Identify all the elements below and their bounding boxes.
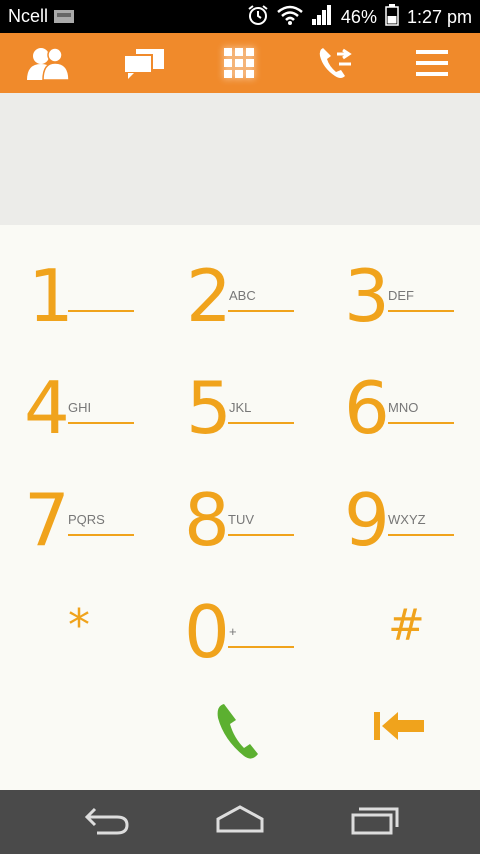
key-digit: 8 [184,478,230,562]
key-digit: 6 [344,366,390,450]
key-digit: 7 [24,478,70,562]
key-4[interactable]: 4 GHI [24,364,174,464]
contacts-tab[interactable] [8,33,88,93]
key-letters: MNO [388,400,419,415]
key-2[interactable]: 2 ABC [186,252,336,352]
nav-home-button[interactable] [190,790,290,854]
key-letters: DEF [388,288,414,303]
phone-icon [214,704,262,766]
nav-bar [0,790,480,854]
recents-icon [349,805,401,840]
key-1[interactable]: 1 [28,252,178,352]
signal-icon [311,4,333,30]
key-digit: 9 [344,478,390,562]
key-letters: JKL [229,400,252,415]
dialpad-tab[interactable] [199,33,279,93]
key-underline [388,422,454,424]
carrier-group: Ncell [8,6,75,27]
chat-icon [122,47,166,79]
key-underline [228,646,294,648]
nav-recents-button[interactable] [325,790,425,854]
back-icon [83,805,131,840]
key-digit: 0 [184,590,230,674]
key-letters: + [229,624,237,639]
key-underline [68,310,134,312]
carrier-name: Ncell [8,6,49,26]
key-letters: WXYZ [388,512,426,527]
backspace-button[interactable] [370,706,430,756]
key-0[interactable]: 0 + [184,588,334,688]
call-button[interactable] [214,700,264,764]
menu-icon [415,48,449,78]
key-underline [228,534,294,536]
menu-tab[interactable] [392,33,472,93]
key-star[interactable]: * [68,600,90,651]
home-icon [214,804,266,840]
key-letters: ABC [229,288,256,303]
tab-bar [0,33,480,93]
key-underline [228,422,294,424]
key-letters: PQRS [68,512,105,527]
key-hash[interactable]: # [388,600,425,651]
key-underline [388,310,454,312]
key-letters: TUV [228,512,254,527]
call-log-tab[interactable] [295,33,375,93]
call-log-icon [317,46,353,80]
alarm-icon [247,4,269,31]
keypad-icon [223,47,255,79]
nav-back-button[interactable] [57,790,157,854]
key-3[interactable]: 3 DEF [344,252,480,352]
key-digit: 1 [28,254,74,338]
key-underline [388,534,454,536]
status-bar: Ncell 46% 1:27 pm [0,0,480,33]
messages-tab[interactable] [104,33,184,93]
key-digit: 2 [186,254,232,338]
key-digit: 5 [186,366,232,450]
sim-icon [53,6,75,27]
number-display[interactable] [0,93,480,225]
backspace-icon [370,712,426,750]
wifi-icon [277,5,303,30]
battery-icon [385,3,399,31]
key-digit: 4 [24,366,70,450]
key-7[interactable]: 7 PQRS [24,476,174,576]
key-underline [68,422,134,424]
contacts-icon [25,46,71,80]
key-underline [228,310,294,312]
key-digit: 3 [344,254,390,338]
clock: 1:27 pm [406,6,472,27]
key-underline [68,534,134,536]
key-5[interactable]: 5 JKL [186,364,336,464]
key-6[interactable]: 6 MNO [344,364,480,464]
status-icons: 46% 1:27 pm [247,3,472,31]
battery-percent: 46% [340,6,377,27]
key-letters: GHI [68,400,92,415]
key-8[interactable]: 8 TUV [184,476,334,576]
key-9[interactable]: 9 WXYZ [344,476,480,576]
